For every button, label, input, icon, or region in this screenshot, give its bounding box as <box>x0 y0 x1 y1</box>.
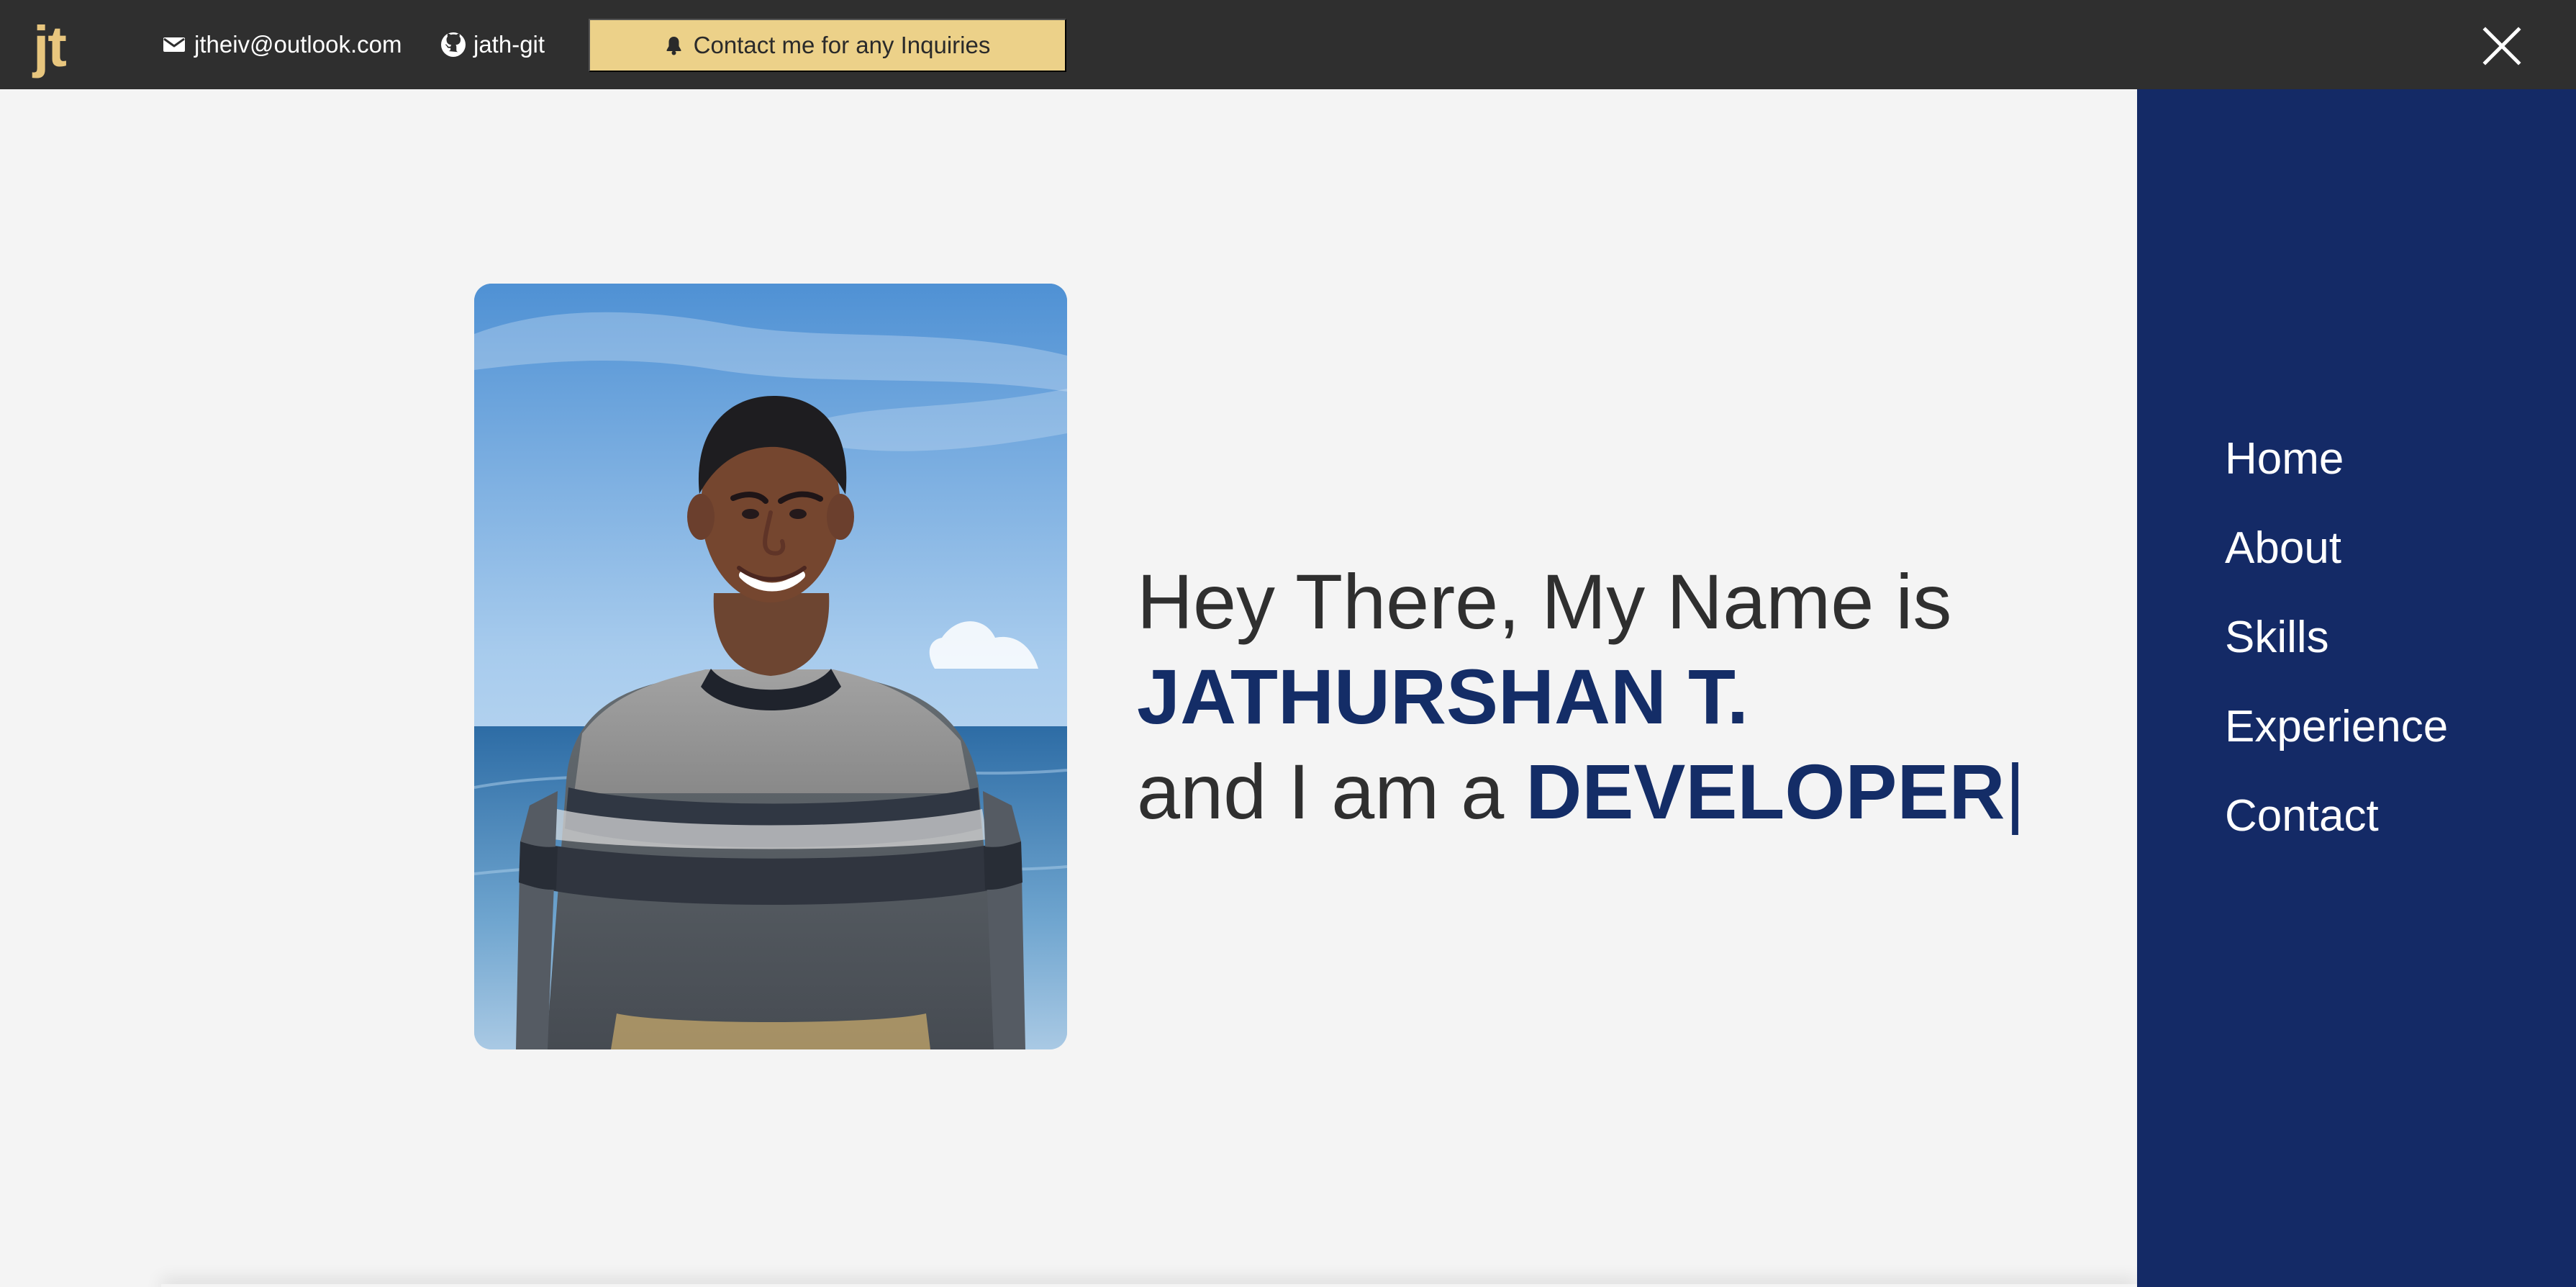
hero-role: DEVELOPER <box>1525 748 2005 835</box>
hero-name: JATHURSHAN T. <box>1137 653 1749 740</box>
sidebar-item-home[interactable]: Home <box>2225 415 2448 504</box>
sidebar-item-about[interactable]: About <box>2225 504 2448 593</box>
side-navigation-panel: Home About Skills Experience Contact <box>2137 89 2576 1287</box>
github-icon <box>441 32 466 57</box>
sidebar-nav-list: Home About Skills Experience Contact <box>2225 415 2448 861</box>
hero-line-three: and I am a DEVELOPER| <box>1137 744 2065 839</box>
sidebar-item-skills[interactable]: Skills <box>2225 593 2448 682</box>
hero-section: Hey There, My Name is JATHURSHAN T. and … <box>0 89 2137 1287</box>
hero-line-two: JATHURSHAN T. <box>1137 649 2065 744</box>
github-link[interactable]: jath-git <box>440 27 545 62</box>
hero-line-one: Hey There, My Name is <box>1137 554 2065 649</box>
page-bottom-shadow <box>161 1284 2137 1287</box>
email-icon <box>163 37 185 52</box>
email-text: jtheiv@outlook.com <box>194 31 402 58</box>
hero-greeting: Hey There, My Name is <box>1137 558 1952 645</box>
bell-icon <box>666 36 681 55</box>
github-text: jath-git <box>473 31 545 58</box>
profile-photo-illustration <box>474 284 1067 1049</box>
hero-role-prefix: and I am a <box>1137 748 1505 835</box>
contact-button-label: Contact me for any Inquiries <box>693 32 991 58</box>
top-header: jt jtheiv@outlook.com jath-git Contact m… <box>0 0 2576 89</box>
typing-cursor: | <box>2005 748 2026 835</box>
email-link[interactable]: jtheiv@outlook.com <box>163 27 402 62</box>
hero-introduction: Hey There, My Name is JATHURSHAN T. and … <box>1137 554 2065 839</box>
close-icon <box>2482 27 2521 66</box>
close-menu-button[interactable] <box>2480 24 2524 68</box>
profile-photo <box>474 284 1067 1049</box>
site-logo[interactable]: jt <box>33 14 83 79</box>
sidebar-item-contact[interactable]: Contact <box>2225 772 2448 861</box>
sidebar-item-experience[interactable]: Experience <box>2225 682 2448 772</box>
contact-inquiries-button[interactable]: Contact me for any Inquiries <box>589 19 1066 72</box>
